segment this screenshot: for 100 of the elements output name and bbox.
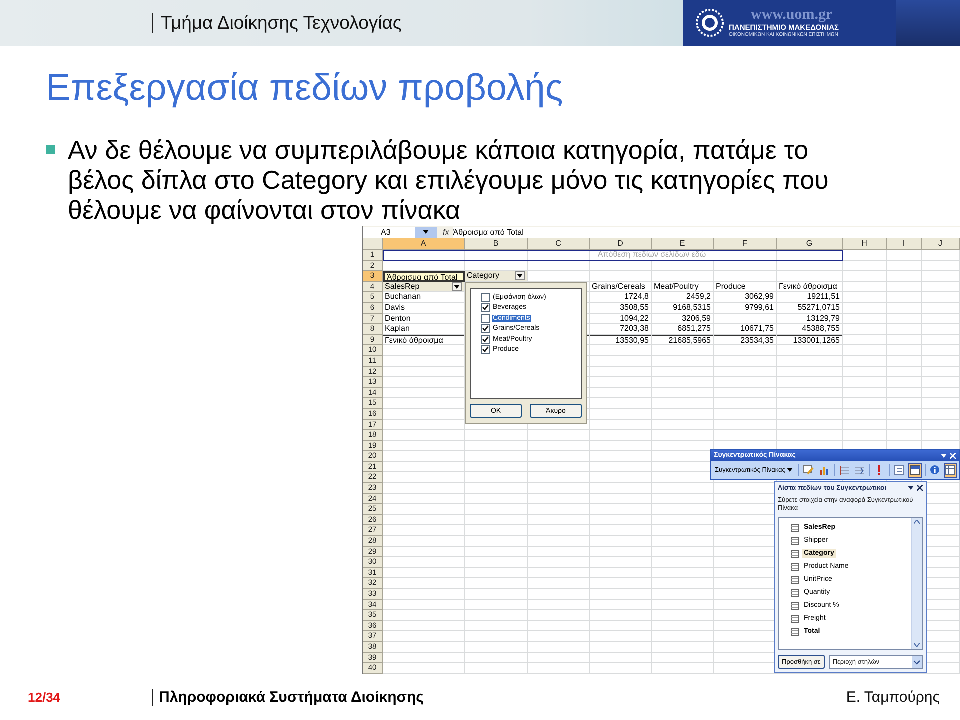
empty-cell [843,302,887,314]
empty-cell [843,345,887,356]
column-header[interactable]: B [465,238,528,250]
empty-cell [652,652,714,664]
caret-icon [423,230,429,234]
menu-caret-icon [908,486,914,490]
checkbox[interactable] [481,303,490,312]
show-detail-icon [854,464,866,476]
empty-cell [528,663,590,674]
table-cell: 23534,35 [714,334,777,346]
empty-cell [714,377,777,388]
empty-cell [887,324,922,335]
empty-cell [652,504,714,515]
checkbox[interactable] [481,334,490,344]
empty-cell [465,568,528,578]
empty-cell [528,631,590,642]
empty-cell [843,388,887,398]
empty-cell [590,663,652,674]
empty-cell [590,356,652,367]
table-cell: Produce [714,282,777,292]
empty-cell [652,557,714,568]
checkbox[interactable] [481,345,490,354]
empty-cell [528,440,590,452]
table-cell: Γενικό άθροισμα [777,282,843,292]
empty-cell [887,377,922,388]
empty-cell [922,260,960,272]
field-icon [791,550,799,558]
checkbox[interactable] [481,314,490,323]
empty-cell [922,292,960,303]
empty-cell [922,398,960,409]
field-icon [791,602,799,610]
empty-cell [652,610,714,621]
empty-cell [590,440,652,452]
column-header[interactable]: F [714,238,777,250]
column-header[interactable]: H [843,238,887,250]
toolbar-button[interactable] [893,462,906,478]
empty-cell [465,440,528,452]
empty-cell [590,525,652,536]
empty-cell [777,356,843,367]
empty-cell [652,663,714,674]
column-header[interactable]: E [652,238,714,250]
table-cell: 13530,95 [590,334,652,346]
empty-cell [528,568,590,578]
dropdown-button[interactable] [515,271,525,280]
empty-cell [843,250,887,261]
scroll-bar[interactable] [911,518,922,649]
toolbar-button[interactable] [944,462,958,478]
course-name: Πληροφοριακά Συστήματα Διοίκησης [152,688,846,706]
column-header[interactable]: A [383,238,465,250]
column-header[interactable]: C [528,238,590,250]
name-box[interactable]: A3 [363,226,415,238]
field-icon [791,614,799,622]
empty-cell [465,557,528,568]
table-cell: 3206,59 [652,314,714,324]
empty-cell [528,557,590,568]
empty-cell [590,642,652,653]
empty-cell [843,292,887,303]
dropdown-button[interactable] [452,282,462,292]
empty-cell [590,494,652,504]
toolbar-button[interactable] [928,462,942,478]
checkbox[interactable] [481,292,490,302]
column-header[interactable]: D [590,238,652,250]
empty-cell [887,271,922,282]
close-icon[interactable] [917,485,923,491]
empty-cell [714,260,777,272]
field-icon [791,524,799,532]
column-header[interactable]: J [922,238,960,250]
bullet-text: Αν δε θέλουμε να συμπεριλάβουμε κάποια κατηγορία, πατάμε το βέλος δίπλα στο Category και επιλέγουμε μόνο τις κατηγορίες που θέλουμε να φαίνονται στον πίνακα [68,135,830,225]
empty-cell [887,366,922,378]
table-cell: Άθροισμα από Total [383,271,465,282]
empty-cell [652,345,714,356]
column-header[interactable]: I [887,238,922,250]
empty-cell [714,271,777,282]
dropdown-button[interactable] [415,226,437,238]
empty-cell [465,525,528,536]
formula-field[interactable]: Άθροισμα από Total [453,226,960,238]
empty-cell [652,578,714,589]
checkbox[interactable] [481,324,490,334]
table-cell: Grains/Cereals [590,282,652,292]
empty-cell [843,282,887,292]
empty-cell [652,388,714,398]
empty-cell [843,356,887,367]
empty-cell [590,589,652,600]
field-icon [791,536,799,544]
empty-cell [887,398,922,409]
empty-cell [652,430,714,441]
paintbrush-icon [803,464,814,476]
field-button[interactable]: SalesRep [383,282,465,292]
empty-cell [465,600,528,610]
column-header[interactable]: G [777,238,843,250]
empty-cell [590,631,652,642]
toolbar-button[interactable] [802,462,816,478]
empty-cell [777,260,843,272]
empty-cell [922,356,960,367]
empty-cell [652,377,714,388]
toolbar-button[interactable] [908,462,922,478]
empty-cell [922,314,960,324]
empty-cell [590,388,652,398]
field-button[interactable]: Category [465,271,528,282]
field-settings-icon [894,464,906,476]
